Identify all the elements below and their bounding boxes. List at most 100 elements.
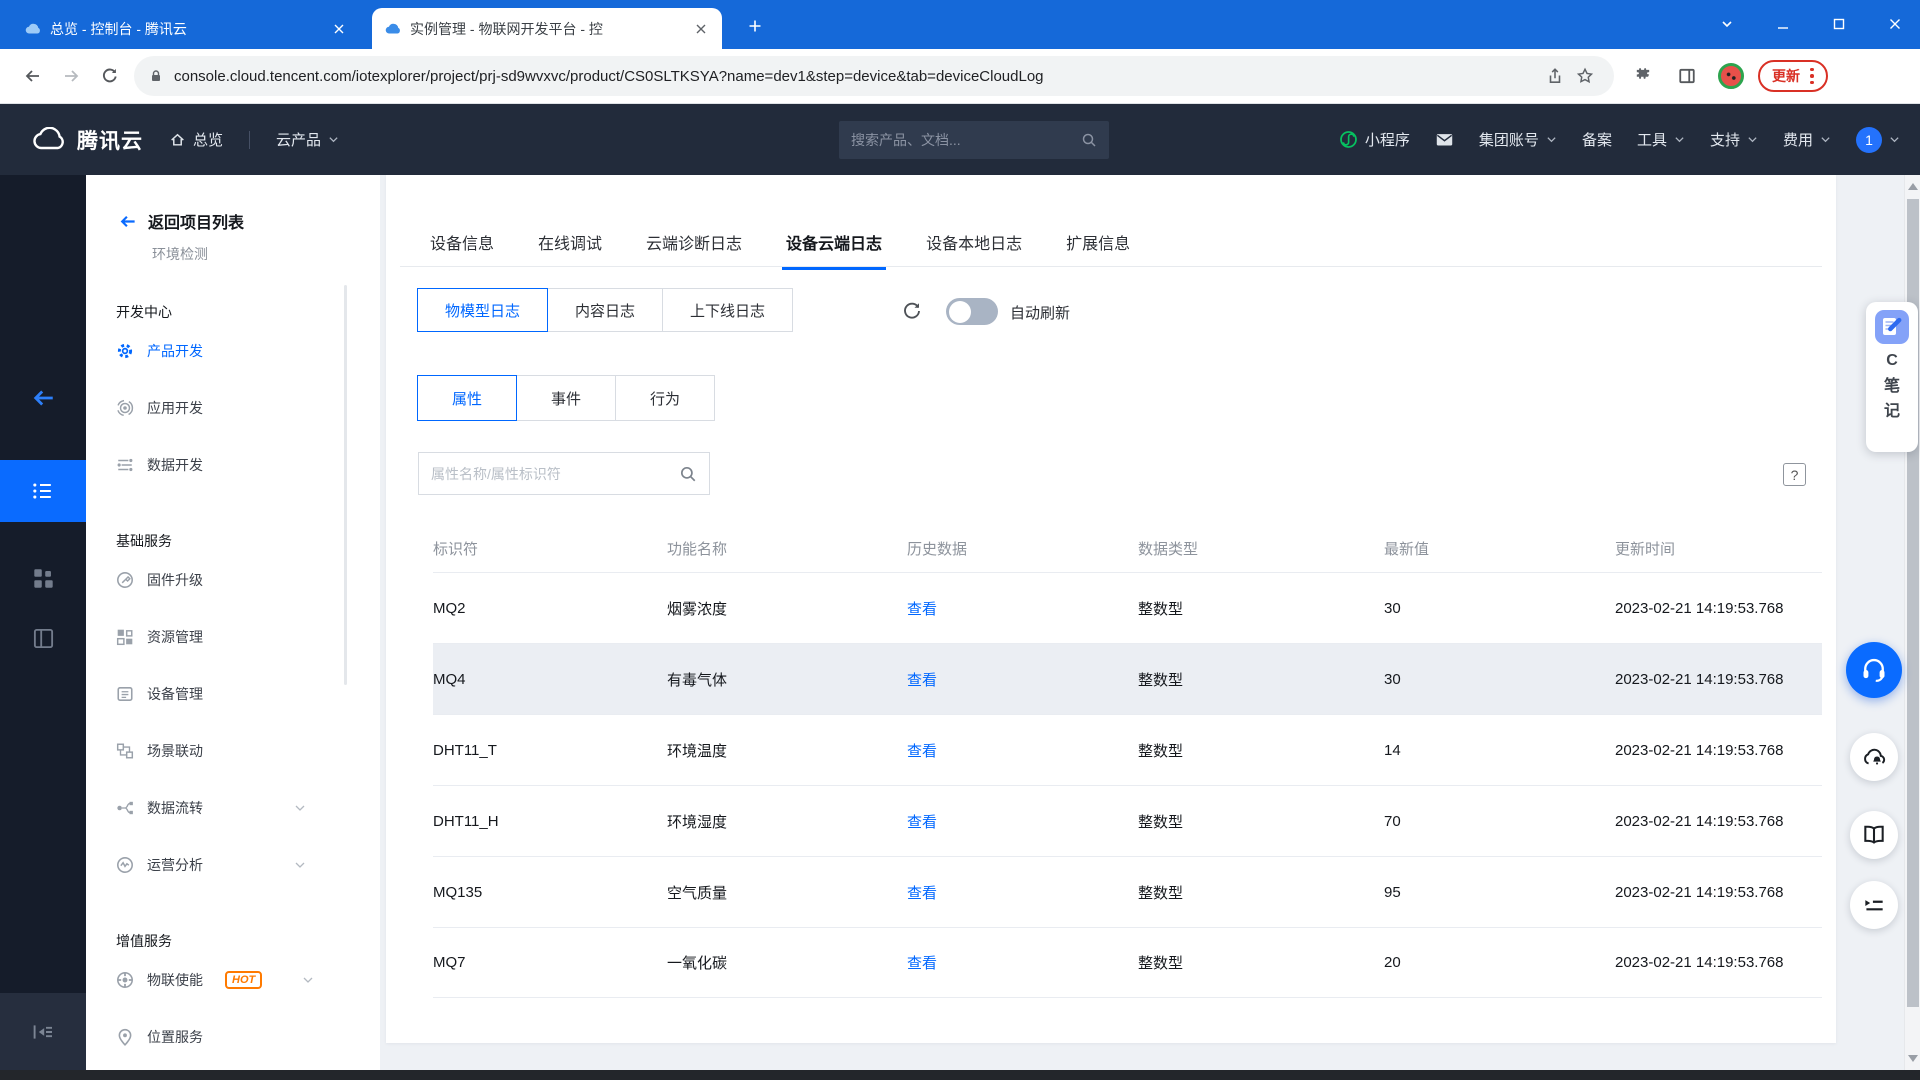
sidebar-item-data-flow[interactable]: 数据流转 (86, 779, 380, 836)
nav-billing[interactable]: 费用 (1783, 129, 1831, 150)
project-sidebar: 返回项目列表 环境检测 开发中心 产品开发 应用开发 数据开发 基础服务 固件升… (86, 175, 380, 1070)
reload-icon[interactable] (90, 57, 128, 95)
window-minimize-icon[interactable] (1772, 13, 1794, 35)
url-address-field[interactable]: console.cloud.tencent.com/iotexplorer/pr… (134, 56, 1614, 96)
browser-tab-overview[interactable]: 总览 - 控制台 - 腾讯云 (12, 8, 360, 49)
new-tab-icon[interactable] (742, 13, 768, 39)
sidebar-item-operation-analysis[interactable]: 运营分析 (86, 836, 380, 893)
refresh-icon[interactable] (900, 299, 924, 323)
search-icon[interactable] (679, 465, 697, 483)
tencent-cloud-logo[interactable] (30, 126, 68, 153)
scroll-up-icon[interactable] (1908, 183, 1918, 190)
tencent-cloud-favicon (384, 20, 402, 38)
tab-device-info[interactable]: 设备信息 (430, 230, 494, 270)
nav-messages[interactable] (1435, 130, 1454, 149)
back-icon[interactable] (14, 57, 52, 95)
cloud-alert-button[interactable] (1850, 733, 1898, 781)
brand-name[interactable]: 腾讯云 (77, 125, 143, 155)
tab-cloud-diagnosis-log[interactable]: 云端诊断日志 (646, 230, 742, 270)
filter-tab-event[interactable]: 事件 (516, 375, 617, 421)
cloud-bell-icon (1864, 748, 1886, 765)
tab-device-cloud-log[interactable]: 设备云端日志 (782, 230, 887, 270)
view-history-link[interactable]: 查看 (907, 882, 1138, 903)
sidebar-item-device-mgmt[interactable]: 设备管理 (86, 665, 380, 722)
sidebar-item-resource-mgmt[interactable]: 资源管理 (86, 608, 380, 665)
property-search (418, 452, 710, 495)
table-row: MQ4 有毒气体 查看 整数型 30 2023-02-21 14:19:53.768 (433, 643, 1822, 714)
search-icon[interactable] (1081, 132, 1097, 148)
table-header: 标识符 功能名称 历史数据 数据类型 最新值 更新时间 (433, 541, 1676, 558)
log-tab-thing-model[interactable]: 物模型日志 (417, 288, 549, 332)
window-close-icon[interactable] (1884, 13, 1906, 35)
nav-overview[interactable]: 总览 (169, 129, 223, 150)
chevron-down-icon (1890, 137, 1899, 143)
help-icon[interactable]: ? (1783, 463, 1806, 486)
customer-service-button[interactable] (1846, 642, 1902, 698)
chevron-down-icon (294, 859, 306, 871)
rail-back-arrow-icon[interactable] (0, 375, 86, 421)
watermelon-extension-icon[interactable] (1714, 59, 1748, 93)
bookmark-star-icon[interactable] (1570, 61, 1600, 91)
headset-icon (1863, 658, 1885, 682)
notes-widget[interactable]: C 笔 记 (1866, 302, 1918, 452)
collapse-sidebar-icon[interactable] (31, 1020, 55, 1044)
nav-group-account[interactable]: 集团账号 (1479, 129, 1557, 150)
view-history-link[interactable]: 查看 (907, 598, 1138, 619)
sidebar-scrollbar[interactable] (344, 285, 347, 685)
hot-badge: HOT (225, 970, 263, 989)
forward-icon[interactable] (52, 57, 90, 95)
view-history-link[interactable]: 查看 (907, 669, 1138, 690)
sidebar-item-firmware-upgrade[interactable]: 固件升级 (86, 551, 380, 608)
tab-extended-info[interactable]: 扩展信息 (1066, 230, 1130, 270)
log-tab-online-offline[interactable]: 上下线日志 (662, 288, 794, 332)
scroll-down-icon[interactable] (1908, 1055, 1918, 1062)
update-label: 更新 (1772, 68, 1800, 84)
sidebar-panel-icon[interactable] (1670, 59, 1704, 93)
tab-search-chevron-icon[interactable] (1716, 13, 1738, 35)
view-history-link[interactable]: 查看 (907, 740, 1138, 761)
rail-bottom-section (0, 993, 86, 1070)
nav-support[interactable]: 支持 (1710, 129, 1758, 150)
log-tab-content[interactable]: 内容日志 (547, 288, 664, 332)
project-name: 环境检测 (152, 246, 208, 262)
rail-item-apps-grid[interactable] (0, 553, 86, 603)
sidebar-item-iot-enable[interactable]: 物联使能 HOT (86, 951, 380, 1008)
table-row: MQ135 空气质量 查看 整数型 95 2023-02-21 14:19:53.76… (433, 856, 1822, 927)
main-page: 设备信息 在线调试 云端诊断日志 设备云端日志 设备本地日志 扩展信息 物模型日… (380, 175, 1904, 1070)
filter-tab-action[interactable]: 行为 (615, 375, 716, 421)
sidebar-item-scene-linkage[interactable]: 场景联动 (86, 722, 380, 779)
close-tab-icon[interactable] (692, 20, 710, 38)
rail-item-panel[interactable] (0, 613, 86, 663)
attribute-filter-switch: 属性 事件 行为 (417, 375, 716, 421)
filter-tab-property[interactable]: 属性 (417, 375, 518, 421)
browser-update-menu-button[interactable]: 更新 (1758, 60, 1828, 92)
back-to-project-list[interactable]: 返回项目列表 (118, 209, 380, 233)
view-history-link[interactable]: 查看 (907, 952, 1138, 973)
sidebar-item-product-dev[interactable]: 产品开发 (86, 322, 380, 379)
target-icon (116, 399, 134, 417)
sidebar-item-data-dev[interactable]: 数据开发 (86, 436, 380, 493)
view-history-link[interactable]: 查看 (907, 811, 1138, 832)
window-maximize-icon[interactable] (1828, 13, 1850, 35)
docs-button[interactable] (1850, 811, 1898, 859)
nav-tools[interactable]: 工具 (1637, 129, 1685, 150)
rail-item-menu-list[interactable] (0, 460, 86, 522)
property-search-input[interactable] (431, 465, 679, 482)
table-row: MQ2 烟雾浓度 查看 整数型 30 2023-02-21 14:19:53.768 (433, 572, 1822, 643)
share-icon[interactable] (1540, 61, 1570, 91)
sidebar-item-location-service[interactable]: 位置服务 (86, 1008, 380, 1065)
nav-cloud-products[interactable]: 云产品 (276, 129, 339, 150)
console-search-box[interactable]: 搜索产品、文档... (839, 121, 1109, 159)
nav-user-account[interactable]: 1 (1856, 126, 1900, 153)
sidebar-item-app-dev[interactable]: 应用开发 (86, 379, 380, 436)
close-tab-icon[interactable] (330, 20, 348, 38)
browser-tab-instance[interactable]: 实例管理 - 物联网开发平台 - 控 (372, 8, 722, 49)
extensions-puzzle-icon[interactable] (1626, 59, 1660, 93)
nav-miniprogram[interactable]: 小程序 (1339, 129, 1410, 150)
tab-online-debug[interactable]: 在线调试 (538, 230, 602, 270)
auto-refresh-toggle[interactable] (946, 298, 998, 325)
tab-device-local-log[interactable]: 设备本地日志 (926, 230, 1022, 270)
avatar[interactable]: 1 (1856, 126, 1882, 153)
nav-beian[interactable]: 备案 (1582, 129, 1612, 150)
menu-panel-button[interactable] (1850, 881, 1898, 929)
